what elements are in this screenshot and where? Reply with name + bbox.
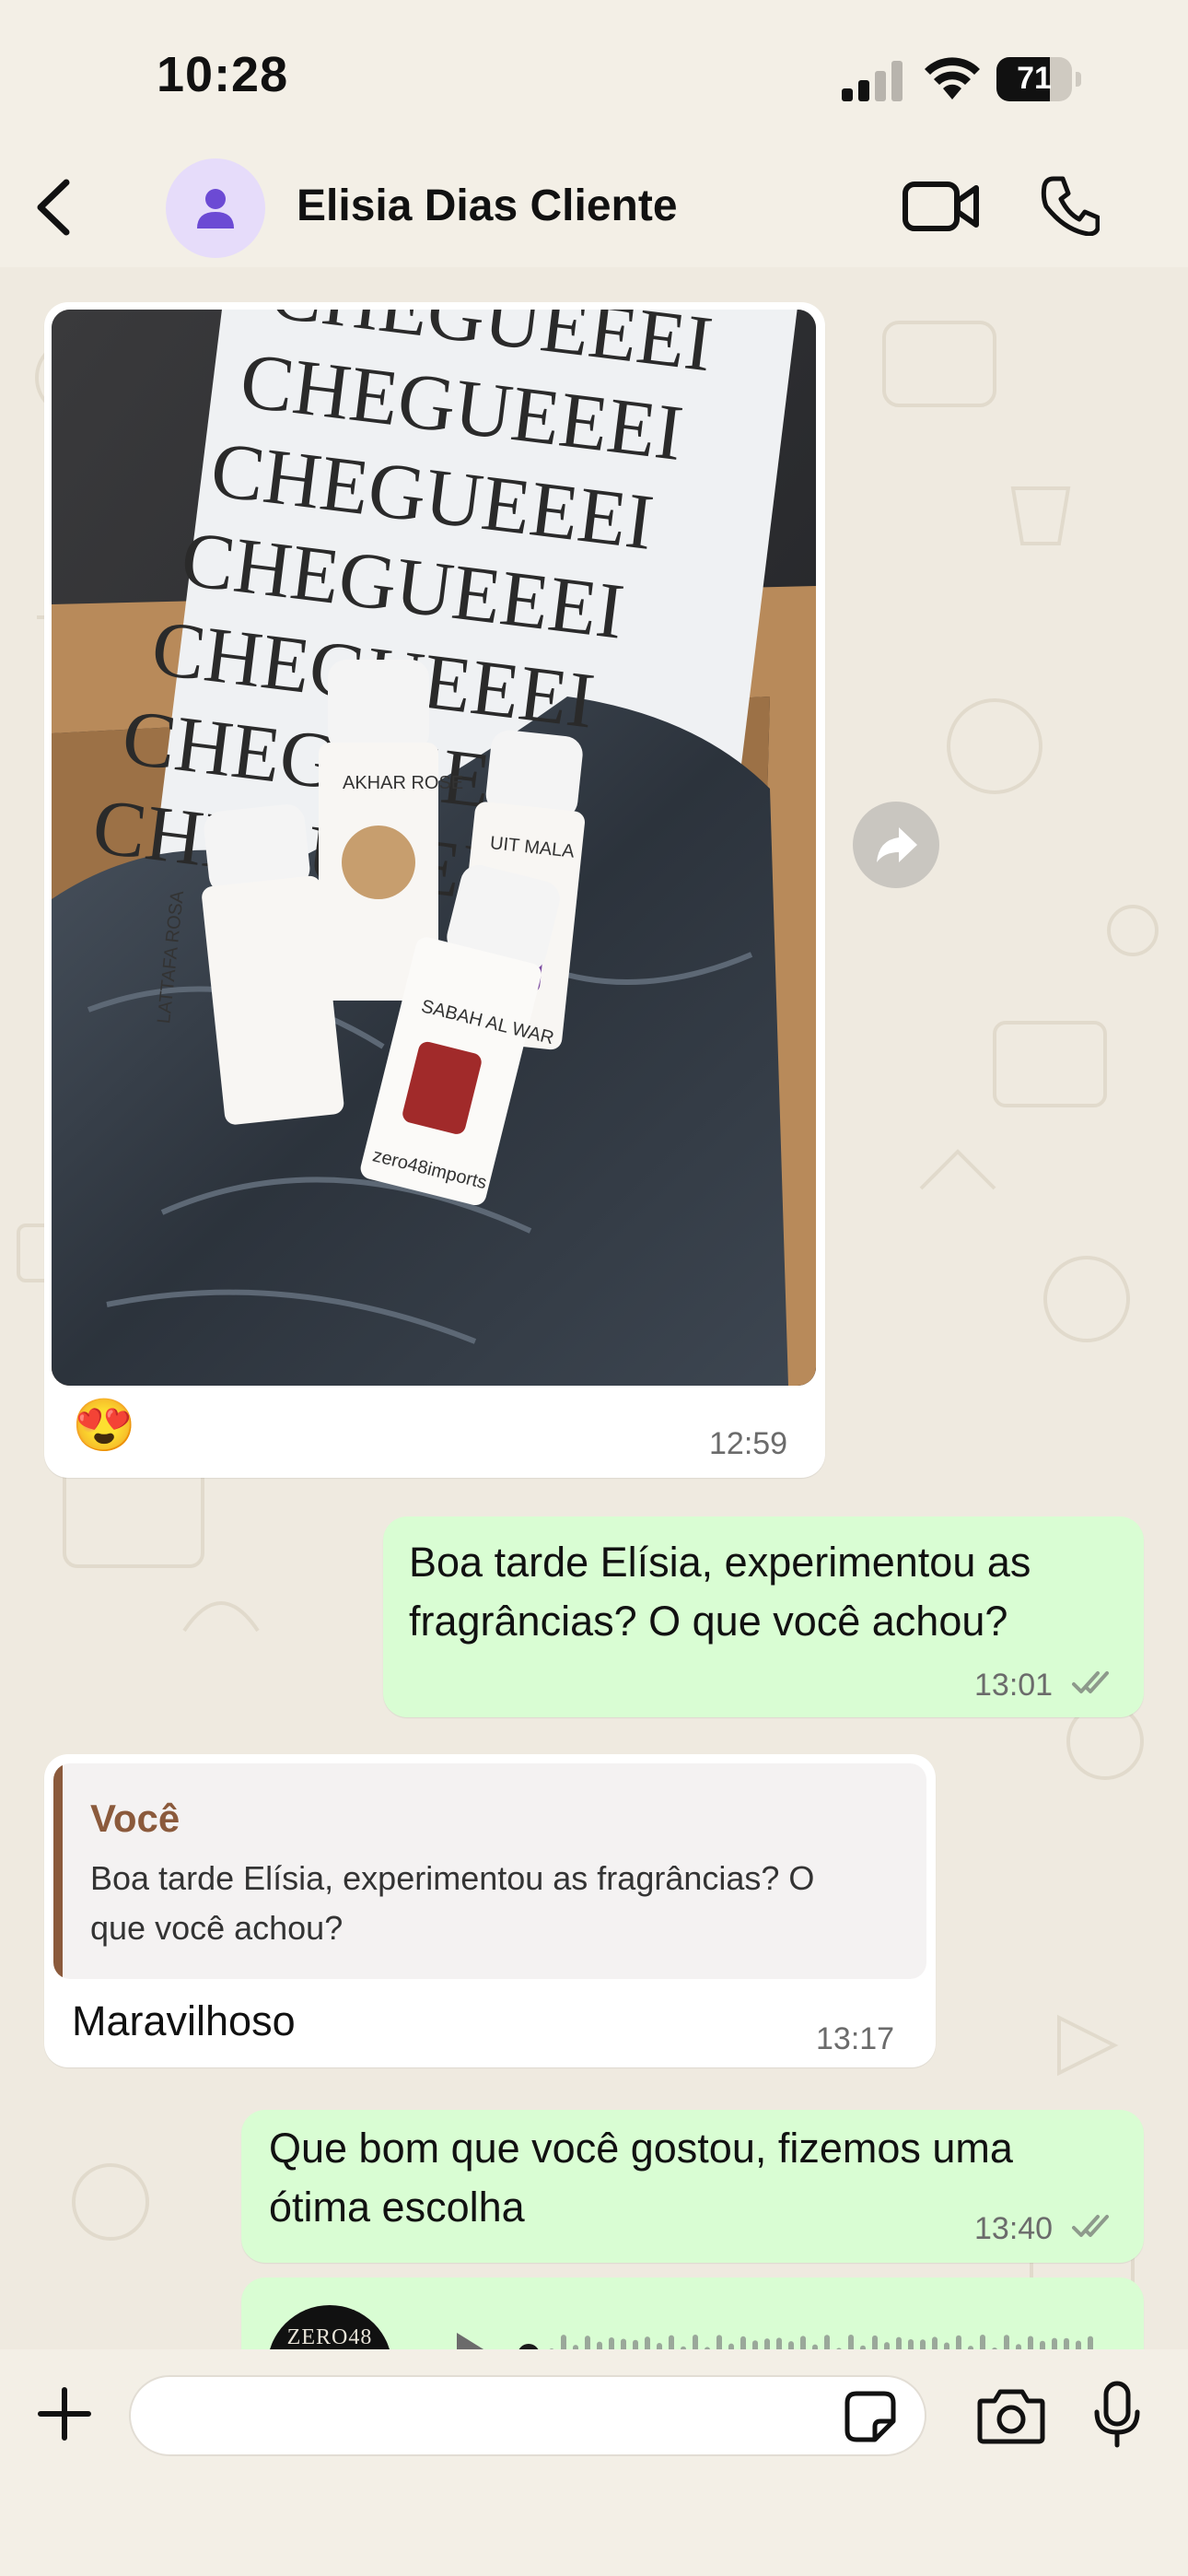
message-text: Maravilhoso — [72, 1997, 296, 2044]
message-time: 13:40 — [974, 2211, 1054, 2246]
microphone-icon[interactable] — [1092, 2381, 1142, 2449]
double-check-icon — [1072, 2215, 1109, 2237]
reaction-emoji[interactable]: 😍 — [72, 1395, 136, 1456]
forward-button[interactable] — [853, 802, 939, 888]
sticker-icon[interactable] — [844, 2390, 897, 2443]
quote-line: que você achou? — [90, 1909, 344, 1947]
message-line: Boa tarde Elísia, experimentou as — [409, 1539, 1031, 1586]
status-time: 10:28 — [157, 47, 289, 102]
cellular-signal-icon — [842, 61, 903, 101]
quote-text: Boa tarde Elísia, experimentou as fragrâ… — [90, 1854, 910, 1953]
message-input-bar — [0, 2349, 1188, 2576]
quoted-message[interactable]: Você Boa tarde Elísia, experimentou as f… — [53, 1763, 926, 1979]
double-check-icon — [1072, 1671, 1109, 1693]
battery-level: 71 — [1017, 61, 1052, 96]
message-time: 12:59 — [709, 1426, 788, 1461]
contact-name[interactable]: Elisia Dias Cliente — [297, 181, 678, 231]
chevron-left-icon[interactable] — [28, 175, 83, 240]
contact-avatar[interactable] — [166, 158, 265, 258]
incoming-reply-message[interactable]: Você Boa tarde Elísia, experimentou as f… — [44, 1754, 936, 2067]
forward-icon — [877, 827, 917, 862]
person-icon — [197, 189, 234, 228]
perfume-photo: CHEGUEEEI CHEGUEEEI CHEGUEEEI CHEGUEEEI … — [52, 310, 816, 1386]
message-line: ótima escolha — [269, 2184, 525, 2231]
wifi-icon — [925, 57, 980, 100]
incoming-image-message[interactable]: CHEGUEEEI CHEGUEEEI CHEGUEEEI CHEGUEEEI … — [44, 302, 825, 1478]
avatar-text: ZERO48 — [286, 2325, 373, 2349]
outgoing-text-message[interactable]: Boa tarde Elísia, experimentou as fragrâ… — [383, 1516, 1144, 1717]
quote-author: Você — [90, 1797, 181, 1840]
camera-icon[interactable] — [976, 2386, 1046, 2445]
message-time: 13:17 — [816, 2021, 895, 2056]
battery-icon: 71 — [996, 57, 1081, 101]
svg-text:AKHAR ROSE: AKHAR ROSE — [343, 773, 463, 793]
message-time: 13:01 — [974, 1668, 1054, 1703]
phone-icon[interactable] — [1041, 175, 1100, 236]
message-input[interactable] — [129, 2375, 926, 2456]
quote-line: Boa tarde Elísia, experimentou as fragrâ… — [90, 1859, 815, 1897]
message-line: fragrâncias? O que você achou? — [409, 1598, 1008, 1645]
chat-header: Elisia Dias Cliente — [0, 147, 1188, 267]
outgoing-text-message[interactable]: Que bom que você gostou, fizemos uma óti… — [241, 2110, 1144, 2263]
video-camera-icon[interactable] — [903, 179, 980, 234]
status-bar: 10:28 71 — [0, 0, 1188, 147]
message-line: Que bom que você gostou, fizemos uma — [269, 2125, 1013, 2172]
plus-icon[interactable] — [37, 2386, 92, 2441]
message-photo[interactable]: CHEGUEEEI CHEGUEEEI CHEGUEEEI CHEGUEEEI … — [52, 310, 816, 1386]
quote-accent-bar — [53, 1763, 63, 1979]
